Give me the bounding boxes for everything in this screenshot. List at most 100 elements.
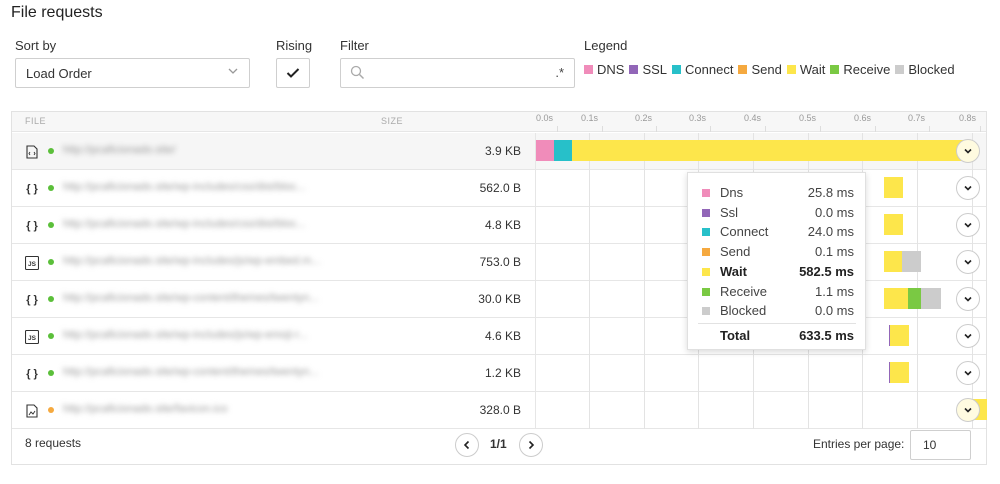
timing-bar-segment <box>908 288 921 309</box>
table-row[interactable]: http://pcaficionado.site/favicon.ico 328.… <box>12 392 987 429</box>
expand-row-button[interactable] <box>956 287 980 311</box>
expand-row-button[interactable] <box>956 250 980 274</box>
time-tick-label: 0.4s <box>744 113 762 123</box>
legend-swatch <box>786 65 796 74</box>
file-url[interactable]: http://pcaficionado.site/wp-includes/js/… <box>63 329 363 341</box>
status-dot <box>48 222 54 228</box>
file-url[interactable]: http://pcaficionado.site/wp-includes/css… <box>63 218 363 230</box>
sort-value: Load Order <box>26 66 92 81</box>
tooltip-swatch <box>702 307 710 316</box>
tooltip-value: 582.5 ms <box>799 263 854 279</box>
grid-line <box>917 318 918 355</box>
legend-item: Wait <box>786 62 826 77</box>
file-url[interactable]: http://pcaficionado.site/favicon.ico <box>63 403 363 415</box>
table-row[interactable]: http://pcaficionado.site/3.9 KB <box>12 133 986 170</box>
grid-line <box>644 318 645 355</box>
legend-item: Connect <box>672 62 733 77</box>
previous-page-button[interactable] <box>455 433 479 457</box>
next-page-button[interactable] <box>519 433 543 457</box>
file-url[interactable]: http://pcaficionado.site/wp-content/them… <box>63 292 363 304</box>
column-size[interactable]: SIZE <box>381 116 403 126</box>
grid-line <box>644 170 645 207</box>
tooltip-row: Receive 1.1 ms <box>702 284 854 300</box>
file-url[interactable]: http://pcaficionado.site/ <box>63 144 363 156</box>
time-tick-mark <box>980 126 981 132</box>
legend-item: Send <box>738 62 782 77</box>
tooltip-swatch <box>702 228 710 237</box>
expand-row-button[interactable] <box>956 324 980 348</box>
legend-swatch <box>895 65 905 74</box>
status-dot <box>48 296 54 302</box>
timing-bar-segment <box>884 214 903 235</box>
legend-item-label: DNS <box>597 62 625 77</box>
time-tick-mark <box>929 126 930 132</box>
file-size: 3.9 KB <box>484 144 521 158</box>
search-icon <box>350 65 365 83</box>
js-file-icon: JS <box>25 329 39 344</box>
per-page-input[interactable]: 10 <box>910 430 971 460</box>
tooltip-value: 0.0 ms <box>814 204 854 220</box>
tooltip-swatch <box>702 189 710 197</box>
waterfall-cell <box>535 133 986 170</box>
timing-bar-segment <box>884 251 902 272</box>
timing-bar-segment <box>890 362 909 383</box>
time-tick-label: 0.5s <box>799 113 817 123</box>
grid-line <box>917 355 918 392</box>
chevron-down-icon <box>964 148 972 154</box>
waterfall-cell <box>535 392 987 429</box>
expand-row-button[interactable] <box>956 139 980 163</box>
tooltip-label: Wait <box>720 263 747 279</box>
expand-row-button[interactable] <box>956 361 980 385</box>
tooltip-label: Blocked <box>720 303 767 319</box>
sort-select[interactable]: Load Order <box>15 58 250 88</box>
svg-text:JS: JS <box>28 261 37 268</box>
expand-row-button[interactable] <box>956 176 980 200</box>
expand-row-button[interactable] <box>956 398 980 422</box>
grid-line <box>862 355 863 392</box>
chevron-down-icon <box>964 259 972 265</box>
css-file-icon: { } <box>26 182 38 195</box>
sort-label: Sort by <box>15 38 57 53</box>
per-page-label: Entries per page: <box>813 437 905 451</box>
tooltip-total-row: Total 633.5 ms <box>702 328 854 344</box>
html-file-icon <box>25 144 39 159</box>
grid-line <box>698 355 699 392</box>
legend-swatch <box>629 65 639 74</box>
svg-text:JS: JS <box>28 335 37 342</box>
grid-line <box>644 207 645 244</box>
grid-line <box>644 244 645 281</box>
tooltip-label: Send <box>720 244 751 260</box>
rising-checkbox[interactable] <box>276 58 310 88</box>
legend-swatch <box>738 65 748 74</box>
grid-line <box>589 281 590 318</box>
time-tick-label: 0.0s <box>536 113 554 123</box>
legend-item: SSL <box>629 62 667 77</box>
tooltip-value: 1.1 ms <box>814 283 854 299</box>
tooltip-row: Wait 582.5 ms <box>702 264 854 280</box>
column-file[interactable]: FILE <box>25 116 46 126</box>
time-tick-label: 0.1s <box>581 113 599 123</box>
grid-line <box>644 392 645 429</box>
regex-toggle[interactable]: .* <box>555 65 564 80</box>
file-size: 328.0 B <box>479 403 521 417</box>
legend-label: Legend <box>584 38 628 53</box>
expand-row-button[interactable] <box>956 213 980 237</box>
grid-line <box>589 355 590 392</box>
table-row[interactable]: { } http://pcaficionado.site/wp-content/t… <box>12 355 986 392</box>
file-url[interactable]: http://pcaficionado.site/wp-includes/js/… <box>63 255 363 267</box>
chevron-down-icon <box>964 222 972 228</box>
filter-input[interactable]: .* <box>340 58 575 88</box>
time-tick-label: 0.8s <box>959 113 977 123</box>
file-url[interactable]: http://pcaficionado.site/wp-content/them… <box>63 366 363 378</box>
time-tick-mark <box>820 126 821 132</box>
grid-line <box>644 355 645 392</box>
image-file-icon <box>25 403 39 418</box>
grid-line <box>589 318 590 355</box>
legend: DNS SSL Connect Send Wait Receive Blocked <box>584 62 960 77</box>
status-dot <box>48 407 54 413</box>
timing-bar-segment <box>890 325 909 346</box>
legend-item-label: Wait <box>799 62 826 77</box>
time-tick-mark <box>710 126 711 132</box>
file-url[interactable]: http://pcaficionado.site/wp-includes/css… <box>63 181 363 193</box>
status-dot <box>48 370 54 376</box>
